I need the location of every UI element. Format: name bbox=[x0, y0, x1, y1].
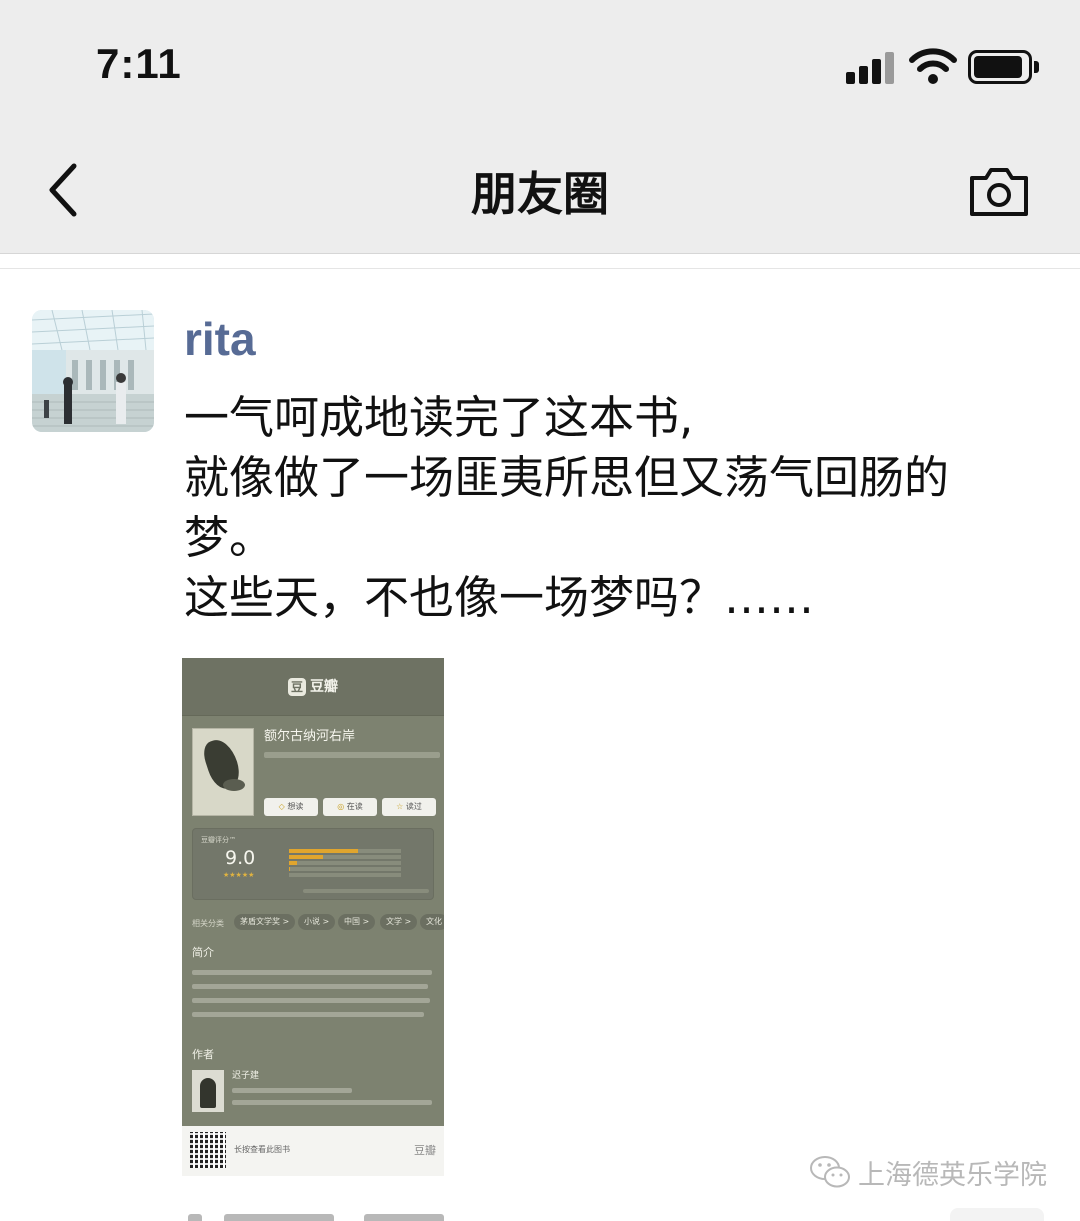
tag: 中国 > bbox=[338, 914, 376, 930]
rating-bar bbox=[289, 873, 401, 877]
want-to-read-button: ◇ 想读 bbox=[264, 798, 318, 816]
tag: 茅盾文学奖 > bbox=[234, 914, 296, 930]
post-text-line: 这些天，不也像一场梦吗？…… bbox=[184, 571, 815, 624]
avatar[interactable] bbox=[32, 310, 154, 432]
post-text: 一气呵成地读完了这本书, 就像做了一场匪夷所思但又荡气回肠的 梦。 这些天，不也… bbox=[184, 388, 1044, 628]
watermark-text: 上海德英乐学院 bbox=[858, 1159, 1047, 1191]
status-bar: 7:11 bbox=[0, 0, 1080, 130]
intro-text-line bbox=[192, 1012, 424, 1017]
status-time: 7:11 bbox=[96, 40, 182, 87]
post-text-line: 梦。 bbox=[184, 511, 275, 564]
nav-bar: 朋友圈 bbox=[0, 130, 1080, 254]
tag: 小说 > bbox=[298, 914, 336, 930]
book-meta bbox=[264, 752, 440, 758]
rating-value: 9.0 bbox=[225, 847, 256, 869]
rating-bar bbox=[289, 849, 401, 853]
book-title: 额尔古纳河右岸 bbox=[264, 729, 356, 744]
camera-icon[interactable] bbox=[966, 164, 1032, 220]
post-text-line: 就像做了一场匪夷所思但又荡气回肠的 bbox=[184, 451, 950, 504]
footer-text: 长按查看此图书 bbox=[234, 1145, 290, 1154]
page-title: 朋友圈 bbox=[471, 167, 609, 221]
cellular-signal-icon bbox=[846, 50, 898, 84]
intro-text-line bbox=[192, 970, 432, 975]
more-actions-button[interactable] bbox=[950, 1208, 1044, 1221]
intro-heading: 简介 bbox=[192, 946, 214, 959]
read-button: ☆ 读过 bbox=[382, 798, 436, 816]
wechat-official-account-icon bbox=[810, 1156, 850, 1188]
post-text-line: 一气呵成地读完了这本书, bbox=[184, 391, 694, 444]
author-name: 迟子建 bbox=[232, 1071, 260, 1081]
author-bio-line bbox=[232, 1088, 352, 1093]
intro-text-line bbox=[192, 998, 430, 1003]
tags-label: 相关分类 bbox=[192, 919, 224, 928]
battery-icon bbox=[968, 50, 1040, 84]
author-heading: 作者 bbox=[192, 1048, 214, 1061]
wifi-icon bbox=[909, 48, 957, 84]
divider bbox=[0, 268, 1080, 269]
post-meta-row bbox=[184, 1208, 1044, 1221]
tag: 文学 > bbox=[380, 914, 418, 930]
tag: 文化 bbox=[420, 914, 444, 930]
rating-bar bbox=[289, 855, 401, 859]
douban-footer: 长按查看此图书 豆瓣 bbox=[182, 1126, 444, 1176]
douban-brand: 豆瓣 bbox=[310, 679, 338, 695]
rating-footnote bbox=[303, 889, 429, 893]
qr-code-icon bbox=[190, 1132, 226, 1168]
rating-box: 豆瓣评分™ 9.0 ★★★★★ bbox=[192, 828, 434, 900]
rating-bar bbox=[289, 867, 401, 871]
author-bio-line bbox=[232, 1100, 432, 1105]
footer-brand: 豆瓣 bbox=[414, 1144, 436, 1157]
watermark: 上海德英乐学院 bbox=[808, 1152, 1047, 1192]
douban-header: 豆 豆瓣 bbox=[182, 658, 444, 716]
reading-button: ◎ 在读 bbox=[323, 798, 377, 816]
rating-bar bbox=[289, 861, 401, 865]
author-photo bbox=[192, 1070, 224, 1112]
douban-logo-icon: 豆 bbox=[288, 678, 306, 696]
rating-stars: ★★★★★ bbox=[223, 871, 255, 879]
book-cover bbox=[192, 728, 254, 816]
shared-image-thumbnail[interactable]: 豆 豆瓣 额尔古纳河右岸 ◇ 想读 ◎ 在读 ☆ 读过 豆瓣评分™ 9.0 ★★… bbox=[182, 658, 444, 1176]
username-link[interactable]: rita bbox=[184, 312, 256, 366]
rating-label: 豆瓣评分™ bbox=[201, 836, 236, 844]
intro-text-line bbox=[192, 984, 428, 989]
